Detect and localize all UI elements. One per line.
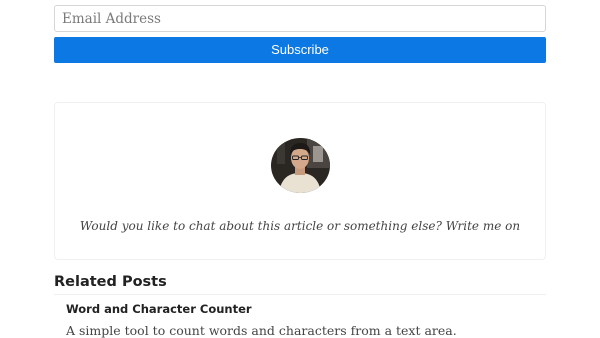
subscribe-form: Subscribe (54, 5, 546, 63)
subscribe-button[interactable]: Subscribe (54, 37, 546, 63)
divider (54, 294, 546, 295)
related-post-description: A simple tool to count words and charact… (66, 323, 457, 338)
related-posts-heading: Related Posts (54, 274, 167, 290)
author-card: Would you like to chat about this articl… (54, 102, 546, 260)
related-post-title-link[interactable]: Word and Character Counter (66, 302, 252, 316)
author-card-message: Would you like to chat about this articl… (79, 219, 521, 233)
email-field[interactable] (54, 5, 546, 32)
avatar (271, 138, 330, 193)
